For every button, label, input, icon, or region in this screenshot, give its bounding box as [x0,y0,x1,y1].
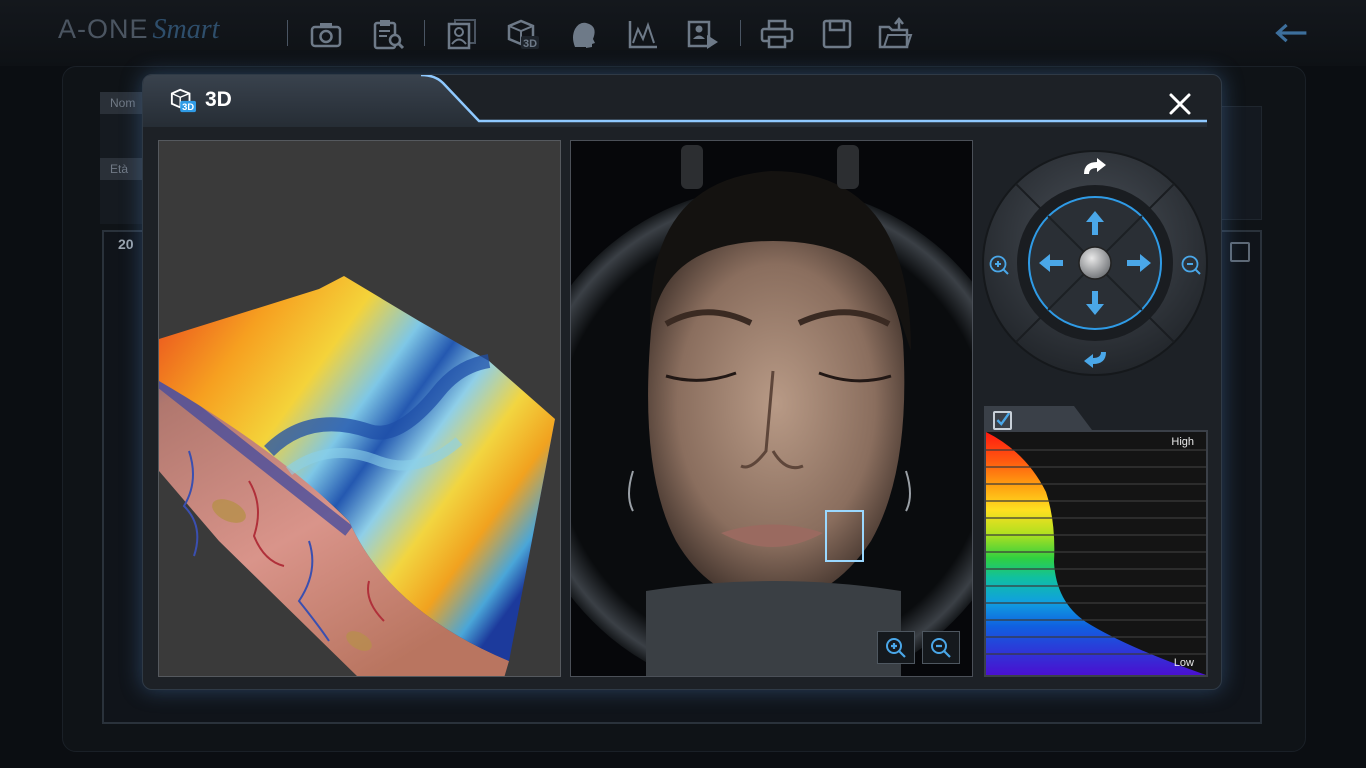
wheel-background [982,150,1208,376]
open-button[interactable] [874,14,916,54]
modal-title-area: 3D 3D [169,87,232,113]
name-label: Nom [100,92,142,114]
age-value-box [100,180,146,224]
app-logo: A-ONE Smart [58,14,219,50]
name-value-box [100,114,146,158]
arrow-up-icon[interactable] [1085,210,1105,236]
legend-toggle-checkbox[interactable] [993,411,1012,430]
video-document-icon [687,20,718,49]
analysis-button[interactable] [367,14,409,54]
rotate-clockwise-icon[interactable] [1081,156,1109,178]
print-button[interactable] [756,14,798,54]
save-icon [822,19,852,49]
cube-3d-icon: 3D [507,19,539,50]
legend-gradient [986,432,1206,675]
cube-3d-icon: 3D [170,88,196,112]
graph-button[interactable] [622,14,664,54]
face-photo [571,141,972,676]
svg-text:3D: 3D [523,38,537,50]
top-toolbar: A-ONE Smart 3D [0,0,1366,66]
legend-high-label: High [1171,436,1194,448]
3d-skin-viewport[interactable] [158,140,561,677]
chart-icon [628,21,657,49]
camera-icon [310,23,342,48]
background-date: 20 [118,236,134,252]
zoom-out-icon[interactable] [1179,253,1203,277]
face-zoom-out-button[interactable] [922,631,960,664]
toolbar-divider [287,20,288,46]
brand-main: A-ONE [58,14,149,44]
portrait-icon [447,19,476,50]
zoom-out-icon [931,637,951,658]
arrow-left-icon[interactable] [1038,253,1064,273]
modal-header-tab [143,75,1207,127]
face-profile-icon [573,22,595,48]
save-button[interactable] [816,14,858,54]
rotate-counterclockwise-icon[interactable] [1081,348,1109,370]
arrow-left-icon [1275,23,1307,43]
capture-button[interactable] [305,14,347,54]
toolbar-divider [740,20,741,46]
color-scale-legend: High Low [984,430,1208,677]
age-label: Età [100,158,142,180]
back-button[interactable] [1268,14,1316,52]
navigation-wheel [982,150,1208,376]
face-button[interactable] [562,14,604,54]
clipboard-search-icon [373,20,405,50]
legend-low-label: Low [1173,657,1194,669]
background-checkbox [1230,242,1250,262]
zoom-in-icon[interactable] [987,253,1011,277]
modal-title: 3D [205,88,232,111]
checkmark-icon [996,412,1011,426]
zoom-in-icon [886,637,906,658]
close-button[interactable] [1165,89,1195,119]
toolbar-divider [424,20,425,46]
3d-skin-model [159,276,555,676]
print-icon [760,19,794,49]
face-zoom-in-button[interactable] [877,631,915,664]
report-button[interactable] [682,14,724,54]
arrow-down-icon[interactable] [1085,290,1105,316]
brand-script: Smart [152,14,220,45]
svg-text:3D: 3D [182,102,194,112]
close-icon [1169,93,1191,115]
face-image-viewport[interactable] [570,140,973,677]
arrow-right-icon[interactable] [1126,253,1152,273]
folder-export-icon [878,17,913,49]
3d-button[interactable]: 3D [502,14,544,54]
profile-button[interactable] [440,14,482,54]
